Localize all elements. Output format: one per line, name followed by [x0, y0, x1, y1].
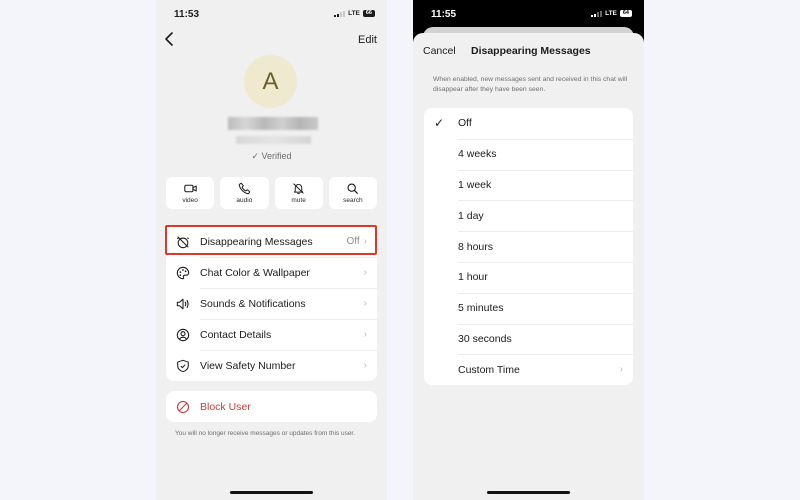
contact-settings-screen: 11:53 LTE 66 Edit A ✓ Verified video aud… [156, 0, 387, 500]
option-label: 30 seconds [458, 332, 512, 345]
option-label: 1 hour [458, 271, 488, 284]
network-type: LTE [348, 10, 360, 17]
chevron-right-icon: › [363, 267, 367, 278]
option-label: 4 weeks [458, 148, 497, 161]
checkmark-icon: ✓ [434, 116, 445, 131]
status-time: 11:53 [174, 9, 200, 20]
contact-details-label: Contact Details [200, 328, 272, 341]
shield-check-icon [177, 359, 189, 372]
battery-icon: 64 [619, 10, 632, 17]
chevron-right-icon: › [363, 236, 367, 247]
back-chevron-icon[interactable] [162, 31, 178, 47]
signal-icon [591, 10, 603, 17]
option-off[interactable]: ✓ Off [424, 108, 633, 139]
option-label: 8 hours [458, 240, 494, 253]
home-indicator[interactable] [487, 491, 570, 494]
option-1-week[interactable]: 1 week [424, 169, 633, 201]
contact-number-redacted [236, 136, 311, 144]
speaker-icon [176, 298, 189, 309]
status-bar: 11:55 LTE 64 [413, 0, 644, 28]
palette-icon [176, 266, 190, 279]
safety-number-row[interactable]: View Safety Number › [166, 350, 377, 381]
contact-name-redacted [228, 117, 318, 130]
audio-label: audio [236, 197, 253, 204]
block-user-note: You will no longer receive messages or u… [175, 430, 356, 437]
option-custom-time[interactable]: Custom Time › [424, 354, 633, 385]
timer-off-icon [176, 235, 190, 248]
disappearing-messages-label: Disappearing Messages [200, 235, 313, 248]
option-1-day[interactable]: 1 day [424, 200, 633, 231]
mute-label: mute [291, 197, 306, 204]
safety-number-label: View Safety Number [200, 359, 296, 372]
network-type: LTE [605, 10, 617, 17]
disappearing-messages-screen: 11:55 LTE 64 Cancel Disappearing Message… [413, 0, 644, 500]
disappearing-messages-row[interactable]: Disappearing Messages Off › [166, 226, 377, 257]
disappearing-messages-value: Off [346, 236, 360, 247]
search-button[interactable]: search [328, 177, 377, 209]
mute-button[interactable]: mute [274, 177, 323, 209]
home-indicator[interactable] [230, 491, 313, 494]
option-8-hours[interactable]: 8 hours [424, 231, 633, 262]
video-button[interactable]: video [166, 177, 215, 209]
option-label: 1 week [458, 178, 492, 191]
sheet-description: When enabled, new messages sent and rece… [433, 76, 628, 93]
chevron-right-icon: › [363, 298, 367, 309]
option-4-weeks[interactable]: 4 weeks [424, 138, 633, 170]
video-icon [183, 184, 197, 193]
sounds-notifications-label: Sounds & Notifications [200, 297, 306, 310]
signal-icon [334, 10, 346, 17]
person-circle-icon [176, 328, 190, 341]
chat-color-row[interactable]: Chat Color & Wallpaper › [166, 257, 377, 288]
option-5-minutes[interactable]: 5 minutes [424, 292, 633, 324]
option-label: Off [458, 117, 472, 130]
status-time: 11:55 [431, 9, 457, 20]
chevron-right-icon: › [363, 360, 367, 371]
timer-options-list: ✓ Off 4 weeks 1 week 1 day 8 hours 1 hou… [424, 108, 633, 386]
verified-label: ✓ Verified [251, 151, 292, 161]
contact-details-row[interactable]: Contact Details › [166, 319, 377, 350]
video-label: video [182, 197, 198, 204]
option-label: 1 day [458, 209, 484, 222]
settings-list: Disappearing Messages Off › Chat Color &… [166, 226, 377, 381]
search-icon [347, 183, 359, 194]
option-label: Custom Time [458, 363, 520, 376]
quick-actions: video audio mute search [166, 177, 377, 209]
chat-color-label: Chat Color & Wallpaper [200, 266, 310, 279]
block-user-label: Block User [200, 400, 251, 413]
option-label: 5 minutes [458, 302, 504, 315]
chevron-right-icon: › [619, 364, 623, 376]
block-section: Block User [166, 391, 377, 422]
avatar: A [244, 55, 297, 108]
phone-icon [238, 182, 251, 195]
option-1-hour[interactable]: 1 hour [424, 261, 633, 293]
options-sheet: Cancel Disappearing Messages When enable… [413, 33, 644, 500]
block-icon [176, 400, 190, 413]
cancel-button[interactable]: Cancel [423, 45, 456, 57]
option-30-seconds[interactable]: 30 seconds [424, 323, 633, 355]
sounds-notifications-row[interactable]: Sounds & Notifications › [166, 288, 377, 319]
block-user-row[interactable]: Block User [166, 391, 377, 422]
audio-button[interactable]: audio [220, 177, 269, 209]
bell-slash-icon [293, 183, 304, 194]
battery-icon: 66 [362, 10, 375, 17]
sheet-title: Disappearing Messages [471, 45, 591, 57]
search-label: search [343, 197, 363, 204]
chevron-right-icon: › [363, 329, 367, 340]
status-bar: 11:53 LTE 66 [156, 0, 387, 28]
edit-button[interactable]: Edit [358, 34, 377, 46]
